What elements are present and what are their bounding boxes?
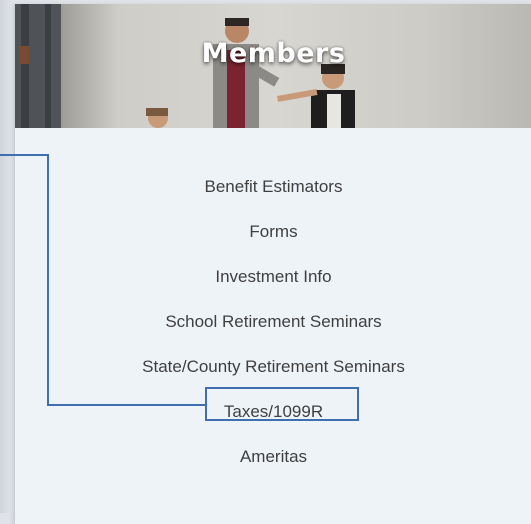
page-edge xyxy=(0,0,14,513)
members-card: Members Benefit Estimators Forms Investm… xyxy=(14,4,531,524)
menu-item-state-county-retirement-seminars[interactable]: State/County Retirement Seminars xyxy=(15,344,531,389)
menu-item-school-retirement-seminars[interactable]: School Retirement Seminars xyxy=(15,299,531,344)
menu-item-investment-info[interactable]: Investment Info xyxy=(15,254,531,299)
highlight-box-taxes-1099r xyxy=(205,387,359,421)
callout-line-vertical xyxy=(47,154,49,406)
members-menu: Benefit Estimators Forms Investment Info… xyxy=(15,164,531,479)
menu-item-benefit-estimators[interactable]: Benefit Estimators xyxy=(15,164,531,209)
menu-item-ameritas[interactable]: Ameritas xyxy=(15,434,531,479)
menu-item-forms[interactable]: Forms xyxy=(15,209,531,254)
members-hero-image: Members xyxy=(15,4,531,128)
callout-line-horizontal-top xyxy=(0,154,48,156)
page-title: Members xyxy=(201,38,346,69)
callout-line-horizontal-bottom xyxy=(47,404,207,406)
